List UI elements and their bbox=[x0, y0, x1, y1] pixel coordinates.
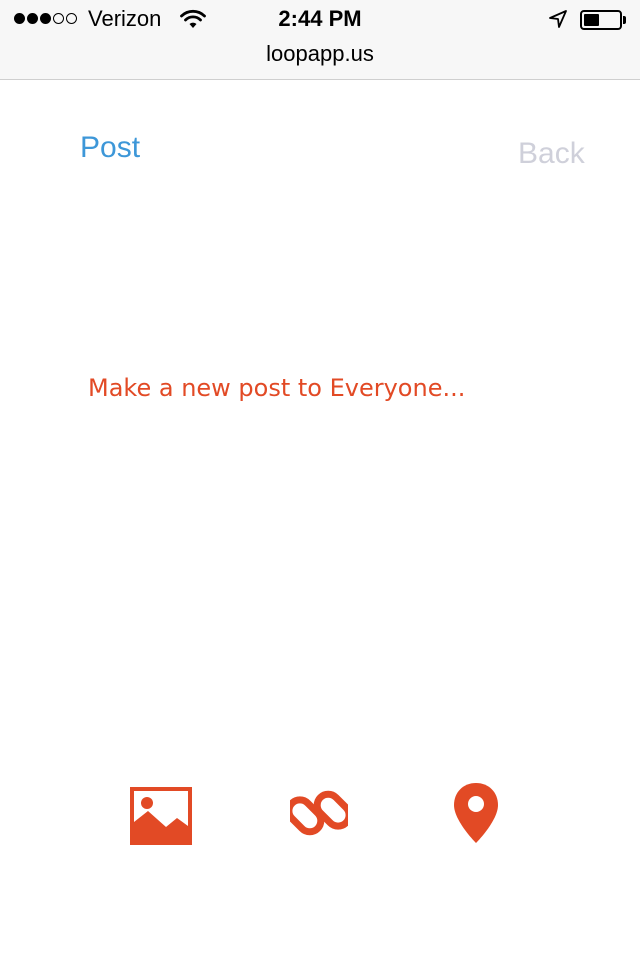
clock: 2:44 PM bbox=[278, 6, 362, 31]
image-icon[interactable] bbox=[130, 787, 192, 850]
location-pin-icon[interactable] bbox=[452, 781, 500, 850]
battery-nub bbox=[623, 16, 626, 24]
link-icon[interactable] bbox=[285, 781, 353, 850]
battery-icon bbox=[580, 10, 622, 30]
location-arrow-icon bbox=[548, 9, 568, 34]
address-bar-url[interactable]: loopapp.us bbox=[0, 41, 640, 67]
post-input-placeholder: Make a new post to Everyone... bbox=[88, 374, 466, 402]
post-button[interactable]: Post bbox=[80, 131, 140, 165]
post-composer[interactable]: Make a new post to Everyone... bbox=[80, 360, 560, 720]
battery-level bbox=[584, 14, 599, 26]
back-button[interactable]: Back bbox=[518, 137, 585, 171]
status-bar: Verizon 2:44 PM loopapp.us bbox=[0, 0, 640, 80]
